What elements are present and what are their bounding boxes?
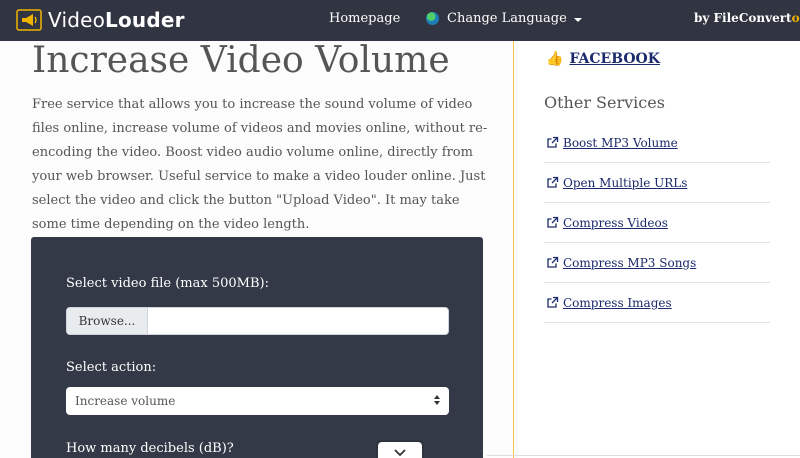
main-content: Increase Video Volume Free service that … [0, 40, 514, 458]
brand-name: VideoLouder [48, 8, 185, 32]
navbar: VideoLouder Homepage Change Language by … [0, 0, 800, 41]
caret-down-icon [573, 17, 582, 22]
by-fileconverto-link[interactable]: by FileConverto [694, 11, 800, 25]
service-item[interactable]: Boost MP3 Volume [544, 123, 770, 163]
browse-button[interactable]: Browse... [67, 308, 148, 334]
chevron-down-icon [394, 449, 406, 457]
thumbs-up-icon: 👍 [546, 51, 564, 67]
select-arrows-icon [434, 395, 440, 406]
external-link-icon [547, 216, 559, 228]
change-language-dropdown[interactable]: Change Language [426, 11, 582, 26]
upload-form: Select video file (max 500MB): Browse...… [31, 237, 483, 458]
service-link-compress-videos[interactable]: Compress Videos [563, 216, 668, 230]
service-link-compress-images[interactable]: Compress Images [563, 296, 672, 310]
action-select[interactable]: Increase volume [66, 387, 449, 415]
external-link-icon [547, 256, 559, 268]
action-select-value: Increase volume [75, 394, 176, 408]
services-list: Boost MP3 Volume Open Multiple URLs Comp… [544, 123, 770, 323]
other-services-title: Other Services [544, 93, 665, 112]
service-item[interactable]: Compress Videos [544, 203, 770, 243]
external-link-icon [547, 296, 559, 308]
megaphone-icon [16, 9, 42, 31]
nav-homepage-link[interactable]: Homepage [329, 11, 400, 26]
brand-logo[interactable]: VideoLouder [16, 5, 185, 35]
file-label: Select video file (max 500MB): [66, 276, 269, 291]
scroll-down-button[interactable] [378, 442, 422, 458]
external-link-icon [547, 176, 559, 188]
page-title: Increase Video Volume [32, 40, 450, 81]
decibels-label: How many decibels (dB)? [66, 441, 234, 456]
intro-text: Free service that allows you to increase… [32, 97, 488, 232]
service-link-compress-mp3[interactable]: Compress MP3 Songs [563, 256, 696, 270]
facebook-link-row[interactable]: 👍 FACEBOOK [546, 51, 660, 67]
service-item[interactable]: Compress Images [544, 283, 770, 323]
divider [487, 455, 800, 456]
service-item[interactable]: Open Multiple URLs [544, 163, 770, 203]
service-link-boost-mp3[interactable]: Boost MP3 Volume [563, 136, 678, 150]
action-label: Select action: [66, 360, 157, 375]
video-file-input[interactable]: Browse... [66, 307, 449, 335]
change-language-label: Change Language [447, 11, 567, 26]
service-item[interactable]: Compress MP3 Songs [544, 243, 770, 283]
service-link-open-urls[interactable]: Open Multiple URLs [563, 176, 687, 190]
external-link-icon [547, 136, 559, 148]
sidebar: 👍 FACEBOOK Other Services Boost MP3 Volu… [515, 41, 800, 458]
globe-icon [426, 12, 439, 25]
facebook-link[interactable]: FACEBOOK [569, 51, 659, 67]
